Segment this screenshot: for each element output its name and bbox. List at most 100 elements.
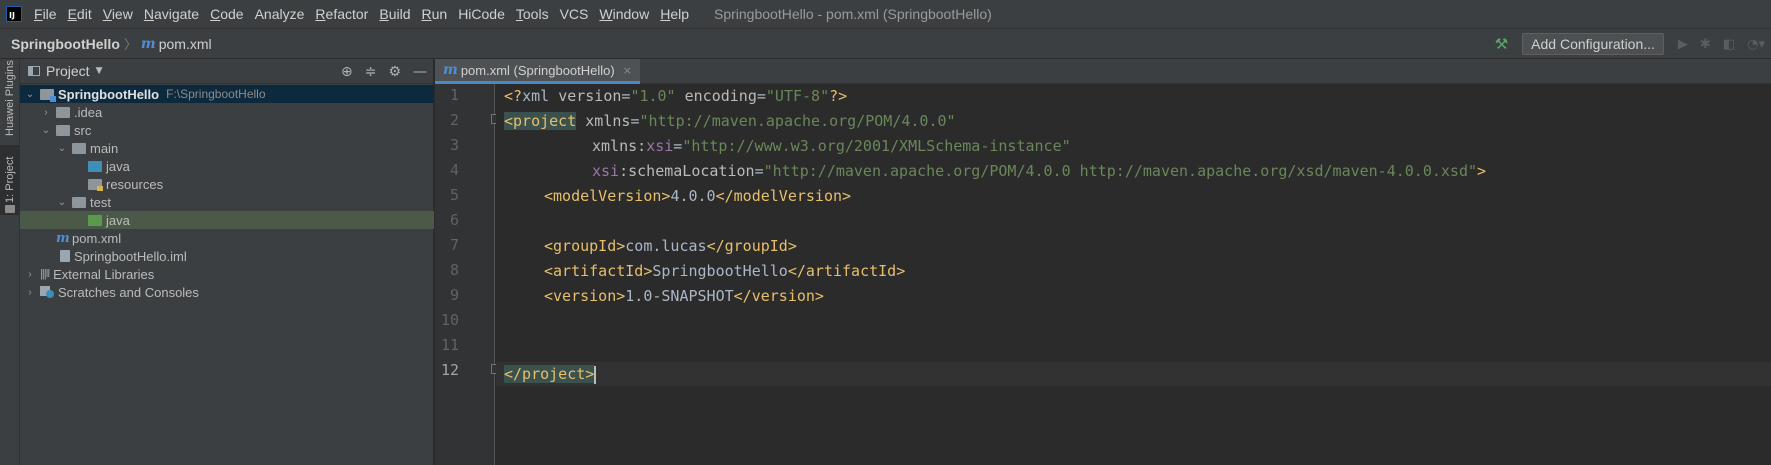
tree-item-resources[interactable]: resources bbox=[20, 175, 434, 193]
intellij-logo-icon: IJ bbox=[6, 6, 22, 22]
text-caret bbox=[594, 365, 597, 384]
project-panel: Project ▼ ⊕ ≑ ⚙ — ⌄ SpringbootHello F:\S… bbox=[20, 59, 434, 465]
code-line-8: <artifactId>SpringbootHello</artifactId> bbox=[544, 262, 906, 280]
hide-panel-icon[interactable]: — bbox=[413, 64, 427, 80]
folder-icon bbox=[72, 142, 86, 154]
menu-navigate[interactable]: Navigate bbox=[144, 6, 199, 22]
menu-code[interactable]: Code bbox=[210, 6, 243, 22]
chevron-right-icon[interactable]: › bbox=[24, 287, 36, 298]
line-number: 4 bbox=[449, 161, 459, 179]
editor-gutter: 1 2 3 4 5 6 7 8 9 10 11 12 bbox=[435, 84, 501, 465]
chevron-down-icon[interactable]: ⌄ bbox=[40, 125, 52, 136]
libraries-icon: |||‖ bbox=[40, 268, 50, 280]
code-editor[interactable]: <?xml version="1.0" encoding="UTF-8"?> <… bbox=[496, 84, 1771, 465]
code-line-5: <modelVersion>4.0.0</modelVersion> bbox=[544, 187, 852, 205]
menu-vcs[interactable]: VCS bbox=[560, 6, 589, 22]
tree-item-springboothello[interactable]: ⌄ SpringbootHello F:\SpringbootHello bbox=[20, 85, 434, 103]
code-line-1: <?xml version="1.0" encoding="UTF-8"?> bbox=[504, 87, 848, 105]
source-folder-icon bbox=[88, 160, 102, 172]
project-panel-header: Project ▼ ⊕ ≑ ⚙ — bbox=[20, 59, 433, 84]
code-line-9: <version>1.0-SNAPSHOT</version> bbox=[544, 287, 824, 305]
chevron-right-icon[interactable]: › bbox=[24, 269, 36, 280]
tree-item-external-libraries[interactable]: › |||‖ External Libraries bbox=[20, 265, 434, 283]
chevron-down-icon[interactable]: ▼ bbox=[96, 66, 103, 76]
maven-file-icon: m bbox=[443, 62, 458, 78]
tree-item-iml[interactable]: SpringbootHello.iml bbox=[20, 247, 434, 265]
line-number-current: 12 bbox=[440, 361, 459, 379]
code-line-7: <groupId>com.lucas</groupId> bbox=[544, 237, 797, 255]
tree-item-main-java[interactable]: java bbox=[20, 157, 434, 175]
scratches-icon bbox=[40, 286, 54, 298]
chevron-right-icon[interactable]: › bbox=[40, 107, 52, 118]
current-line-highlight bbox=[496, 362, 1771, 386]
window-title: SpringbootHello - pom.xml (SpringbootHel… bbox=[714, 6, 992, 22]
maven-file-icon: m bbox=[140, 35, 156, 52]
editor-tab-bar: m pom.xml (SpringbootHello) × bbox=[435, 59, 1771, 84]
left-tool-strip: Huawei Plugins 1: Project bbox=[0, 59, 20, 465]
menu-bar: IJ File Edit View Navigate Code Analyze … bbox=[0, 0, 1771, 28]
run-icon[interactable]: ▶ bbox=[1678, 37, 1688, 52]
add-configuration-button[interactable]: Add Configuration... bbox=[1522, 33, 1664, 55]
locate-file-icon[interactable]: ⊕ bbox=[341, 64, 353, 80]
menu-help[interactable]: Help bbox=[660, 6, 689, 22]
line-number: 1 bbox=[449, 86, 459, 104]
chevron-down-icon[interactable]: ⌄ bbox=[56, 197, 68, 208]
folder-icon bbox=[5, 205, 15, 213]
module-folder-icon bbox=[40, 88, 56, 102]
module-file-icon bbox=[60, 250, 70, 262]
menu-window[interactable]: Window bbox=[599, 6, 649, 22]
project-window-icon bbox=[28, 66, 40, 76]
menu-edit[interactable]: Edit bbox=[68, 6, 92, 22]
test-source-folder-icon bbox=[88, 214, 102, 226]
maven-file-icon: m bbox=[56, 230, 70, 246]
line-number: 10 bbox=[440, 311, 459, 329]
chevron-down-icon[interactable]: ⌄ bbox=[56, 143, 68, 154]
menu-view[interactable]: View bbox=[103, 6, 133, 22]
breadcrumb-project[interactable]: SpringbootHello bbox=[11, 36, 120, 52]
code-line-12: </project> bbox=[504, 365, 597, 384]
code-line-3: xmlns:xsi="http://www.w3.org/2001/XMLSch… bbox=[592, 137, 1071, 155]
folder-icon bbox=[56, 124, 70, 136]
tree-item-pom-xml[interactable]: m pom.xml bbox=[20, 229, 434, 247]
menu-tools[interactable]: Tools bbox=[516, 6, 549, 22]
tree-item-idea[interactable]: › .idea bbox=[20, 103, 434, 121]
tree-item-src[interactable]: ⌄ src bbox=[20, 121, 434, 139]
gear-icon[interactable]: ⚙ bbox=[388, 64, 401, 80]
line-number: 9 bbox=[449, 286, 459, 304]
breadcrumb-file[interactable]: pom.xml bbox=[159, 36, 212, 52]
build-hammer-icon[interactable]: ⚒ bbox=[1495, 35, 1508, 53]
line-number: 3 bbox=[449, 136, 459, 154]
line-number: 5 bbox=[449, 186, 459, 204]
navigation-bar: SpringbootHello 〉 m pom.xml ⚒ Add Config… bbox=[0, 28, 1771, 59]
coverage-icon[interactable]: ◧ bbox=[1723, 37, 1735, 52]
line-number: 2 bbox=[449, 111, 459, 129]
collapse-all-icon[interactable]: ≑ bbox=[365, 64, 377, 80]
menu-refactor[interactable]: Refactor bbox=[315, 6, 368, 22]
breadcrumb-separator-icon: 〉 bbox=[123, 38, 137, 53]
line-number: 7 bbox=[449, 236, 459, 254]
code-line-4: xsi:schemaLocation="http://maven.apache.… bbox=[592, 162, 1487, 180]
tree-item-scratches[interactable]: › Scratches and Consoles bbox=[20, 283, 434, 301]
project-view-selector[interactable]: Project bbox=[46, 63, 90, 79]
menu-hicode[interactable]: HiCode bbox=[458, 6, 505, 22]
project-panel-tools: ⊕ ≑ ⚙ — bbox=[329, 59, 427, 84]
editor-tab-pom-xml[interactable]: m pom.xml (SpringbootHello) × bbox=[435, 59, 640, 84]
menu-run[interactable]: Run bbox=[421, 6, 447, 22]
menu-analyze[interactable]: Analyze bbox=[255, 6, 305, 22]
line-number: 11 bbox=[440, 336, 459, 354]
line-number: 8 bbox=[449, 261, 459, 279]
folder-icon bbox=[56, 106, 70, 118]
line-number: 6 bbox=[449, 211, 459, 229]
menu-build[interactable]: Build bbox=[379, 6, 410, 22]
debug-icon[interactable]: ✱ bbox=[1700, 37, 1711, 52]
profile-icon[interactable]: ◔▾ bbox=[1747, 37, 1765, 52]
toolbar-right: ⚒ Add Configuration... ▶ ✱ ◧ ◔▾ bbox=[1495, 29, 1771, 59]
menu-file[interactable]: File bbox=[34, 6, 57, 22]
chevron-down-icon[interactable]: ⌄ bbox=[24, 89, 36, 100]
tree-item-test-java[interactable]: java bbox=[20, 211, 434, 229]
huawei-plugins-tab[interactable]: Huawei Plugins bbox=[0, 59, 20, 137]
close-icon[interactable]: × bbox=[623, 64, 632, 77]
tree-item-main[interactable]: ⌄ main bbox=[20, 139, 434, 157]
tree-item-test[interactable]: ⌄ test bbox=[20, 193, 434, 211]
resources-folder-icon bbox=[88, 178, 103, 191]
